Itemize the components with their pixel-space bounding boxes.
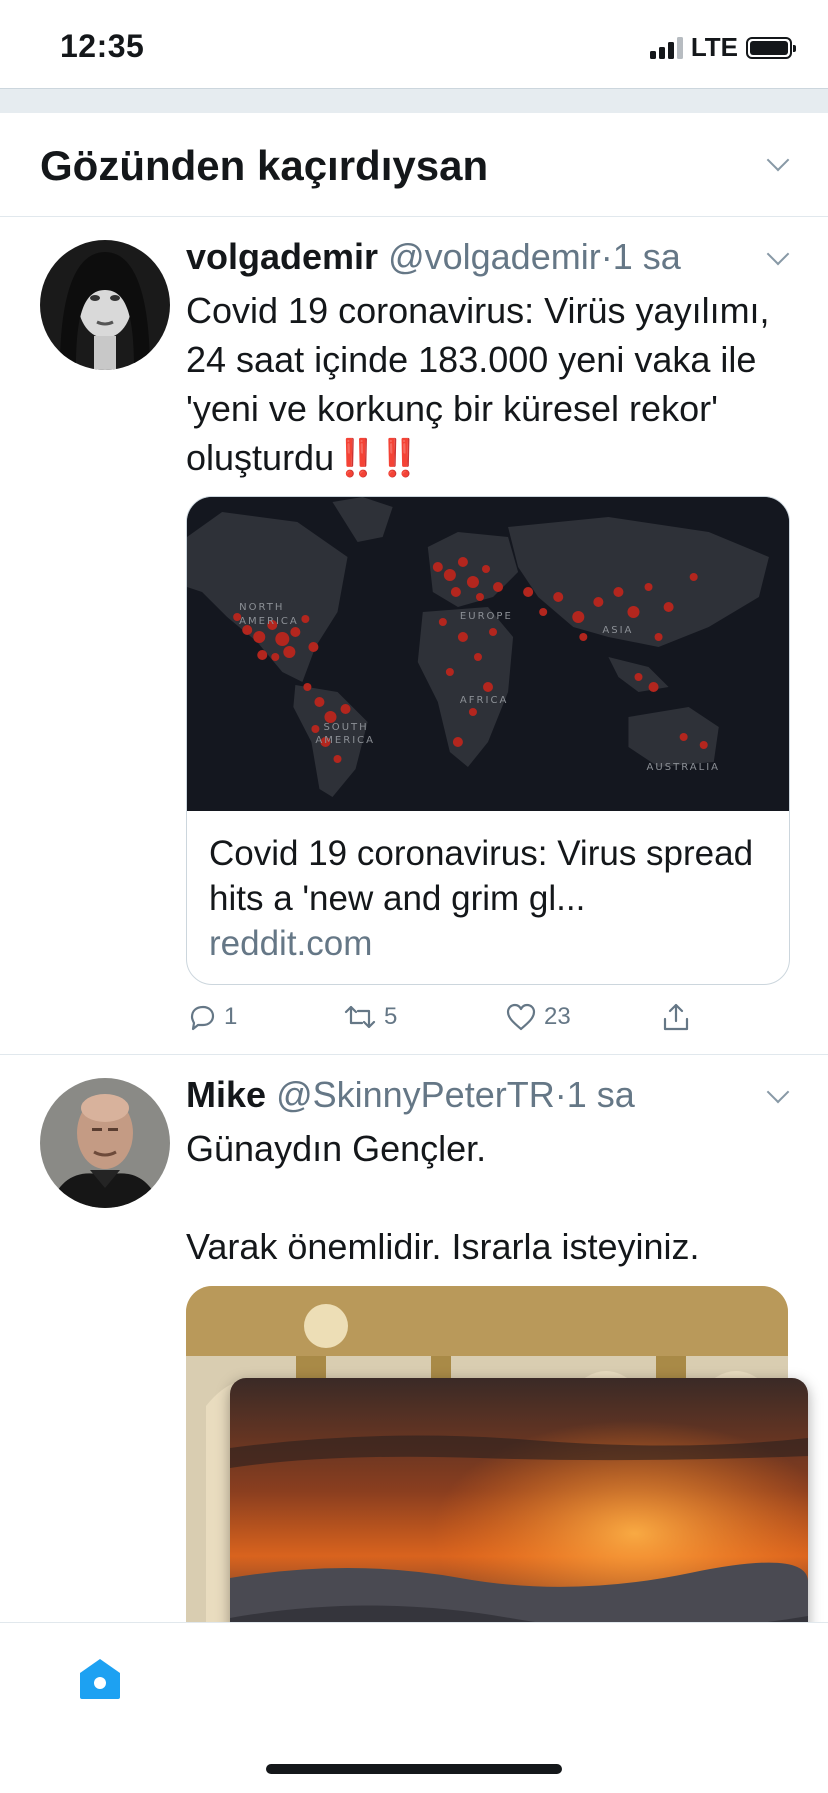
tweet[interactable]: volgademir @volgademir·1 sa Covid 19 cor… <box>0 216 828 1055</box>
separator-dot: · <box>600 236 613 277</box>
world-map-image: NORTH AMERICA EUROPE ASIA AFRICA SOUTH A… <box>187 497 789 811</box>
display-name[interactable]: volgademir <box>186 236 378 277</box>
chevron-down-icon[interactable] <box>766 148 790 172</box>
section-header: Gözünden kaçırdıysan <box>0 112 828 217</box>
tab-home[interactable] <box>76 1655 124 1703</box>
home-indicator[interactable] <box>266 1764 562 1774</box>
map-label: EUROPE <box>460 611 513 622</box>
map-label: AMERICA <box>315 735 375 746</box>
map-label: SOUTH <box>323 722 368 733</box>
chevron-down-icon[interactable] <box>766 242 790 266</box>
timestamp[interactable]: 1 sa <box>613 236 681 277</box>
map-label: AMERICA <box>239 616 299 627</box>
retweet-button[interactable]: 5 <box>342 1001 397 1033</box>
tweet-header: volgademir @volgademir·1 sa <box>186 236 681 278</box>
share-icon <box>663 1003 689 1031</box>
chevron-down-icon[interactable] <box>766 1080 790 1104</box>
like-button[interactable]: 23 <box>504 1001 571 1033</box>
tweet-text-content: Covid 19 coronavirus: Virüs yayılımı, 24… <box>186 290 770 478</box>
share-button[interactable] <box>660 1001 692 1033</box>
tweet-text: Covid 19 coronavirus: Virüs yayılımı, 24… <box>186 286 792 482</box>
link-card-title[interactable]: Covid 19 coronavirus: Virus spread hits … <box>209 831 767 921</box>
double-exclamation-emoji-icon: ‼️‼️ <box>334 437 422 478</box>
status-indicators: LTE <box>649 32 796 63</box>
reply-button[interactable]: 1 <box>186 1001 237 1033</box>
map-label: ASIA <box>602 625 633 636</box>
retweet-icon <box>344 1005 376 1029</box>
network-type: LTE <box>690 32 738 62</box>
speech-bubble-icon <box>190 1005 215 1031</box>
home-icon <box>80 1659 120 1699</box>
timestamp[interactable]: 1 sa <box>567 1074 635 1115</box>
cellular-signal-icon <box>649 36 683 59</box>
tweet-text: Günaydın Gençler. Varak önemlidir. Israr… <box>186 1128 700 1267</box>
link-card[interactable]: NORTH AMERICA EUROPE ASIA AFRICA SOUTH A… <box>186 496 790 985</box>
tweet-actions: 1 5 23 <box>186 1001 746 1041</box>
map-label: NORTH <box>239 602 284 613</box>
retweet-count: 5 <box>384 1003 398 1030</box>
battery-icon <box>746 36 796 59</box>
link-card-body[interactable]: Covid 19 coronavirus: Virus spread hits … <box>187 811 789 984</box>
user-handle[interactable]: @volgademir <box>388 236 601 277</box>
avatar[interactable] <box>40 240 170 370</box>
status-bar: 12:35 LTE <box>0 0 828 88</box>
section-title: Gözünden kaçırdıysan <box>40 142 489 189</box>
reply-count: 1 <box>224 1003 238 1030</box>
status-time: 12:35 <box>60 28 145 64</box>
section-divider <box>0 88 828 113</box>
user-handle[interactable]: @SkinnyPeterTR <box>276 1074 555 1115</box>
separator-dot: · <box>554 1074 567 1115</box>
tweet-header: Mike @SkinnyPeterTR·1 sa <box>186 1074 635 1116</box>
avatar[interactable] <box>40 1078 170 1208</box>
map-label: AFRICA <box>460 695 508 706</box>
like-count: 23 <box>544 1003 571 1030</box>
display-name[interactable]: Mike <box>186 1074 266 1115</box>
link-card-domain[interactable]: reddit.com <box>209 921 767 966</box>
heart-icon <box>506 1003 536 1031</box>
map-label: AUSTRALIA <box>647 762 721 773</box>
